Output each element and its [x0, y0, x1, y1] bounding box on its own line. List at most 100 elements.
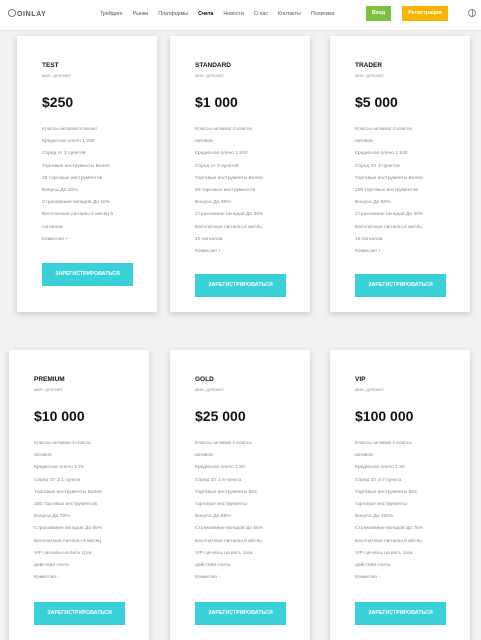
- register-cta-button[interactable]: ЗАРЕГИСТРИРОВАТЬСЯ: [42, 263, 133, 286]
- nav-item-news[interactable]: Новости: [223, 11, 244, 17]
- plan-feature: Комиссия -: [34, 575, 59, 581]
- plan-feature: Страхование вкладов До 35%: [195, 212, 264, 218]
- plan-subtitle: мин. депозит: [34, 388, 64, 393]
- nav-item-about[interactable]: О нас: [254, 11, 268, 17]
- plan-price: $5 000: [355, 94, 398, 110]
- plan-feature: Комиссия -: [195, 575, 220, 581]
- plan-features: Классы активов 4 класса активов Кредитно…: [195, 124, 305, 258]
- plan-feature: Бесплатные сигналы в месяц: [34, 538, 102, 544]
- nav-item-contacts[interactable]: Контакты: [278, 11, 301, 17]
- plan-feature: 250 торговых инструментов: [34, 502, 97, 508]
- plan-subtitle: мин. депозит: [195, 74, 225, 79]
- plan-feature: 50 торговых инструментов: [195, 188, 256, 194]
- plan-feature: Бонусы До 50%: [355, 200, 391, 206]
- nav-item-markets[interactable]: Рынки: [133, 11, 149, 17]
- plan-card-premium: PREMIUM мин. депозит $10 000 Классы акти…: [9, 350, 149, 640]
- plan-feature: Кредитное плечо 1:30: [355, 465, 405, 471]
- register-button[interactable]: Регистрация: [402, 6, 448, 21]
- nav-item-trading[interactable]: Трейдинг: [100, 11, 123, 17]
- plan-name: TRADER: [355, 62, 383, 69]
- plan-features: Классы активов 4 класса активов Кредитно…: [355, 438, 465, 584]
- plan-price: $250: [42, 94, 74, 110]
- plan-feature: Страхование вкладов До 65%: [195, 526, 264, 532]
- top-navigation-bar: OINLAY Трейдинг Рынки Платформы Счета Но…: [0, 0, 481, 31]
- plan-feature: Кредитное плечо 1:75: [34, 465, 84, 471]
- plan-feature: активов: [195, 139, 213, 145]
- plan-feature: Классы активов 4 класса: [355, 441, 412, 446]
- plan-feature: 10 сигналов: [195, 236, 223, 242]
- plan-feature: сигналов: [42, 224, 63, 230]
- plan-subtitle: мин. депозит: [355, 388, 385, 393]
- plan-name: STANDARD: [195, 62, 231, 69]
- plan-feature: VIP сигналы на весь срок: [34, 550, 92, 556]
- plan-feature: VIP сигналы на весь срок: [355, 550, 413, 556]
- plan-card-vip: VIP мин. депозит $100 000 Классы активов…: [330, 350, 470, 640]
- plan-feature: действия счета: [195, 563, 230, 569]
- plan-feature: Страхование вкладов До 40%: [355, 212, 424, 218]
- main-nav: Трейдинг Рынки Платформы Счета Новости О…: [100, 11, 334, 17]
- plan-feature: активов: [195, 453, 213, 459]
- plan-feature: Торговые инструменты Более: [42, 163, 110, 169]
- plan-name: VIP: [355, 376, 366, 383]
- plan-feature: Классы активов 4 класса: [34, 441, 91, 446]
- plan-feature: действия счета: [34, 563, 69, 569]
- plan-feature: активов: [355, 139, 373, 145]
- logo-text: OINLAY: [17, 11, 47, 18]
- plan-card-trader: TRADER мин. депозит $5 000 Классы активо…: [330, 36, 470, 312]
- plan-feature: 15 сигналов: [355, 236, 383, 242]
- plan-feature: Спред от 3 пунктов: [42, 151, 86, 157]
- plan-feature: активов: [355, 453, 373, 459]
- plan-feature: Классы активов 4 класса: [195, 127, 252, 132]
- plan-feature: действия счета: [355, 563, 390, 569]
- plan-feature: Бонусы До 35%: [195, 200, 231, 206]
- plan-feature: Кредитное плечо 1:200: [195, 151, 248, 157]
- plan-features: Классы активов 4 класса активов Кредитно…: [355, 124, 465, 258]
- plan-feature: Кредитное плечо 1:200: [42, 139, 95, 145]
- plan-subtitle: мин. депозит: [195, 388, 225, 393]
- plan-feature: Бонусы До 100%: [355, 514, 394, 520]
- plan-feature: Торговые инструменты Все: [195, 489, 258, 495]
- plan-feature: Бесплатные сигналы в месяц: [355, 224, 423, 230]
- register-cta-button[interactable]: ЗАРЕГИСТРИРОВАТЬСЯ: [34, 602, 125, 625]
- plan-feature: Классы активов 4 класса: [355, 127, 412, 132]
- register-cta-button[interactable]: ЗАРЕГИСТРИРОВАТЬСЯ: [355, 274, 446, 297]
- register-cta-button[interactable]: ЗАРЕГИСТРИРОВАТЬСЯ: [195, 602, 286, 625]
- plan-feature: торговые инструменты: [195, 502, 247, 508]
- plan-feature: Бонусы До 85%: [195, 514, 231, 520]
- plan-feature: 25 торговых инструментов: [42, 175, 103, 181]
- plan-feature: Торговые инструменты Более: [34, 489, 102, 495]
- nav-item-accounts[interactable]: Счета: [198, 11, 213, 17]
- login-button[interactable]: Вход: [366, 6, 391, 21]
- plan-name: GOLD: [195, 376, 214, 383]
- plan-card-test: TEST мин. депозит $250 Классы активов 9 …: [17, 36, 157, 312]
- plan-feature: Торговые инструменты Все: [355, 489, 418, 495]
- plan-subtitle: мин. депозит: [355, 74, 385, 79]
- logo-mark-icon: [8, 9, 16, 17]
- plan-name: PREMIUM: [34, 376, 65, 383]
- plan-feature: Торговые инструменты Более: [355, 175, 423, 181]
- plan-subtitle: мин. депозит: [42, 74, 72, 79]
- site-logo[interactable]: OINLAY: [8, 9, 46, 18]
- plan-feature: Спред От 0.7 пункта: [355, 477, 402, 483]
- plan-feature: Бесплатные сигналы в месяц: [195, 538, 263, 544]
- plan-feature: Торговые инструменты Более: [195, 175, 263, 181]
- plan-feature: Кредитное плечо 1:50: [195, 465, 245, 471]
- plan-feature: Спред От 3 пунктов: [355, 163, 400, 169]
- plan-price: $100 000: [355, 408, 414, 424]
- plan-feature: Бонусы До 20%: [42, 188, 78, 194]
- plan-feature: Бесплатные сигналы в месяц: [195, 224, 263, 230]
- plan-features: Классы активов 4 класса активов Кредитно…: [34, 438, 144, 584]
- register-cta-button[interactable]: ЗАРЕГИСТРИРОВАТЬСЯ: [195, 274, 286, 297]
- plan-feature: Бонусы До 70%: [34, 514, 70, 520]
- plan-name: TEST: [42, 62, 59, 69]
- plan-price: $10 000: [34, 408, 85, 424]
- nav-item-platforms[interactable]: Платформы: [158, 11, 188, 17]
- nav-item-policy[interactable]: Политика: [311, 11, 334, 17]
- plan-feature: VIP сигналы на весь срок: [195, 550, 253, 556]
- plan-feature: Бесплатные сигналы в месяц 5: [42, 212, 114, 218]
- plan-price: $25 000: [195, 408, 246, 424]
- plan-features: Классы активов 9 валют Кредитное плечо 1…: [42, 124, 152, 246]
- register-cta-button[interactable]: ЗАРЕГИСТРИРОВАТЬСЯ: [355, 602, 446, 625]
- language-globe-icon[interactable]: [468, 9, 476, 17]
- plan-feature: активов: [34, 453, 52, 459]
